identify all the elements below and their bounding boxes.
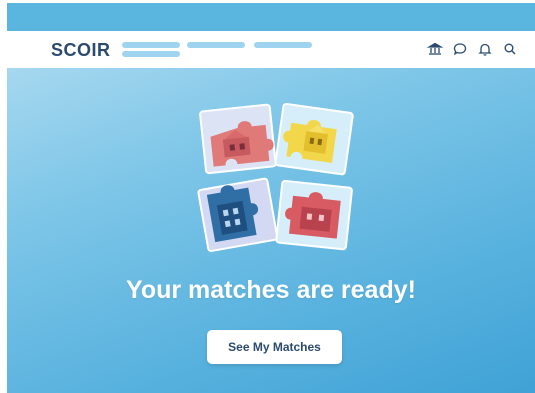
app-frame: SCOIR Your matches are ready! See My Mat…	[7, 3, 535, 393]
institution-icon[interactable]	[427, 41, 443, 57]
puzzle-illustration	[195, 98, 355, 258]
matches-hero: Your matches are ready! See My Matches	[7, 68, 535, 393]
matches-headline: Your matches are ready!	[126, 276, 416, 304]
chat-bubble-icon[interactable]	[452, 41, 468, 57]
top-navbar: SCOIR	[7, 31, 535, 68]
nav-link-placeholder-1[interactable]	[122, 42, 180, 48]
puzzle-pieces-icon	[197, 102, 354, 252]
nav-link-placeholder-3[interactable]	[254, 42, 312, 48]
see-my-matches-button[interactable]: See My Matches	[207, 330, 342, 364]
nav-link-placeholder-1-sub	[122, 51, 180, 57]
top-strip	[7, 3, 535, 31]
scoir-logo[interactable]: SCOIR	[51, 40, 111, 61]
search-icon[interactable]	[502, 41, 518, 57]
nav-link-placeholder-2[interactable]	[187, 42, 245, 48]
bell-icon[interactable]	[477, 41, 493, 57]
